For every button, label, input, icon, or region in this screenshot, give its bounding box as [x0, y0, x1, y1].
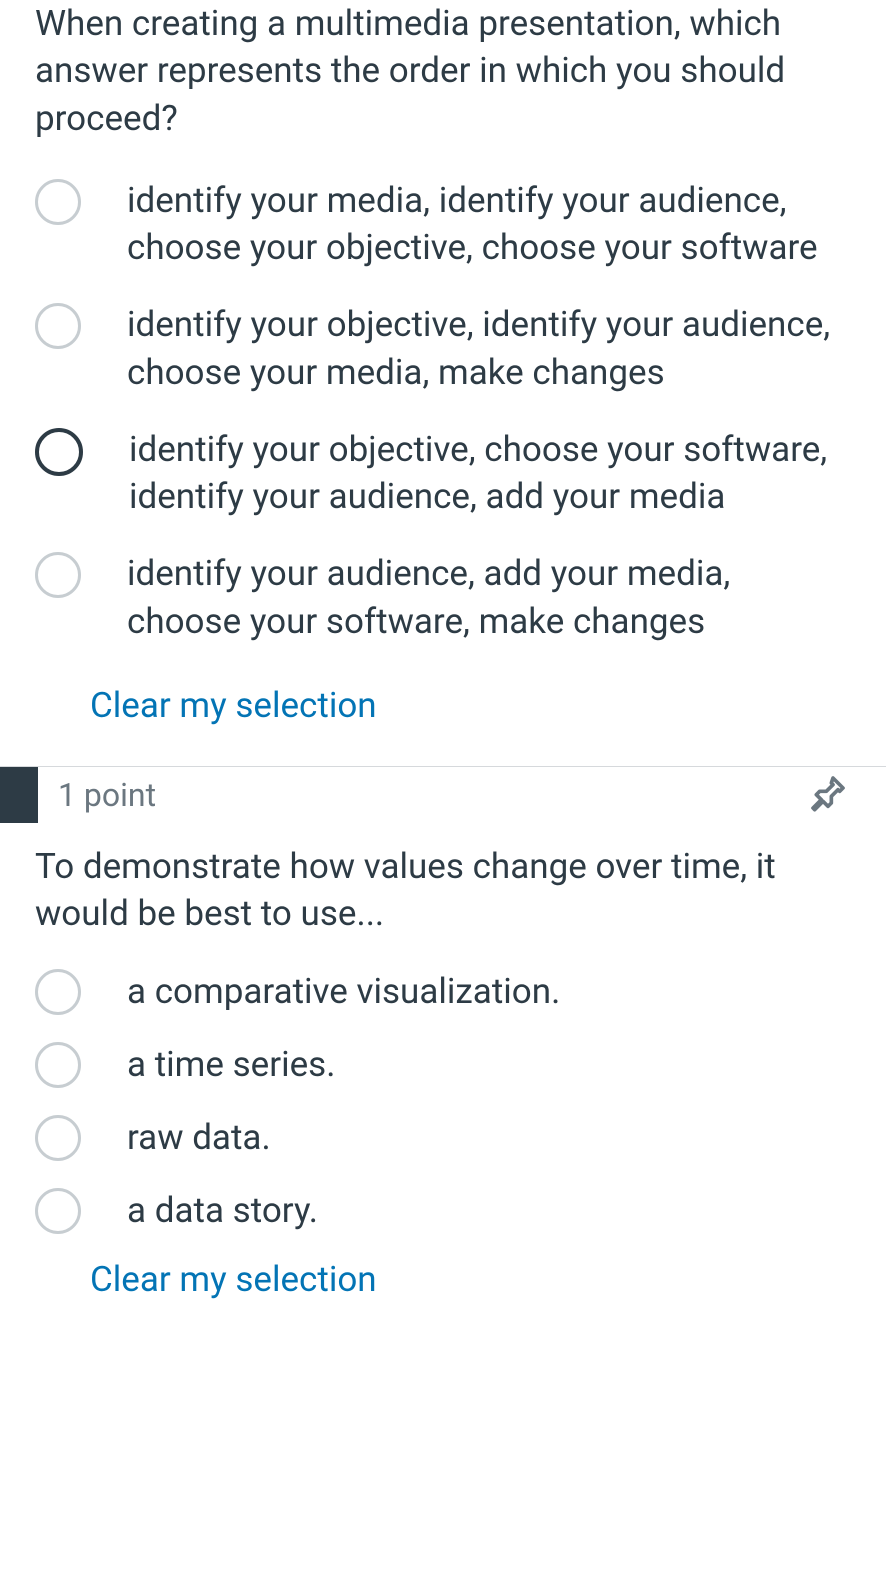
q1-option-2-label: identify your objective, identify your a…	[127, 301, 851, 396]
radio-icon	[35, 1115, 81, 1161]
q2-option-1[interactable]: a comparative visualization.	[35, 967, 851, 1015]
question-2-options: a comparative visualization. a time seri…	[0, 967, 886, 1234]
question-2-header: 1 point	[0, 767, 886, 823]
radio-icon	[35, 552, 81, 598]
question-number-tab	[0, 767, 38, 823]
radio-icon	[35, 1042, 81, 1088]
q1-option-3[interactable]: identify your objective, choose your sof…	[35, 426, 851, 521]
q2-option-1-label: a comparative visualization.	[127, 968, 851, 1015]
q1-option-3-label: identify your objective, choose your sof…	[129, 426, 851, 521]
radio-icon	[35, 428, 83, 476]
clear-selection-link[interactable]: Clear my selection	[55, 1259, 412, 1300]
question-1-text: When creating a multimedia presentation,…	[35, 0, 851, 142]
clear-selection-link[interactable]: Clear my selection	[90, 685, 377, 726]
q2-option-3-label: raw data.	[127, 1114, 851, 1161]
q2-option-4-label: a data story.	[127, 1187, 851, 1234]
q1-option-2[interactable]: identify your objective, identify your a…	[35, 301, 851, 396]
q2-option-4[interactable]: a data story.	[35, 1186, 851, 1234]
question-2-text: To demonstrate how values change over ti…	[0, 843, 886, 938]
q2-option-2[interactable]: a time series.	[35, 1040, 851, 1088]
radio-icon	[35, 303, 81, 349]
pin-icon[interactable]	[808, 773, 848, 817]
q1-option-4-label: identify your audience, add your media, …	[127, 550, 851, 645]
question-1-block: When creating a multimedia presentation,…	[0, 0, 886, 766]
radio-icon	[35, 179, 81, 225]
points-label: 1 point	[58, 776, 156, 814]
q2-option-2-label: a time series.	[127, 1041, 851, 1088]
question-2-block: 1 point To demonstrate how values change…	[0, 767, 886, 1302]
q1-option-4[interactable]: identify your audience, add your media, …	[35, 550, 851, 645]
question-2-header-left: 1 point	[0, 767, 156, 823]
radio-icon	[35, 1188, 81, 1234]
radio-icon	[35, 969, 81, 1015]
q1-option-1-label: identify your media, identify your audie…	[127, 177, 851, 272]
q2-option-3[interactable]: raw data.	[35, 1113, 851, 1161]
q1-option-1[interactable]: identify your media, identify your audie…	[35, 177, 851, 272]
